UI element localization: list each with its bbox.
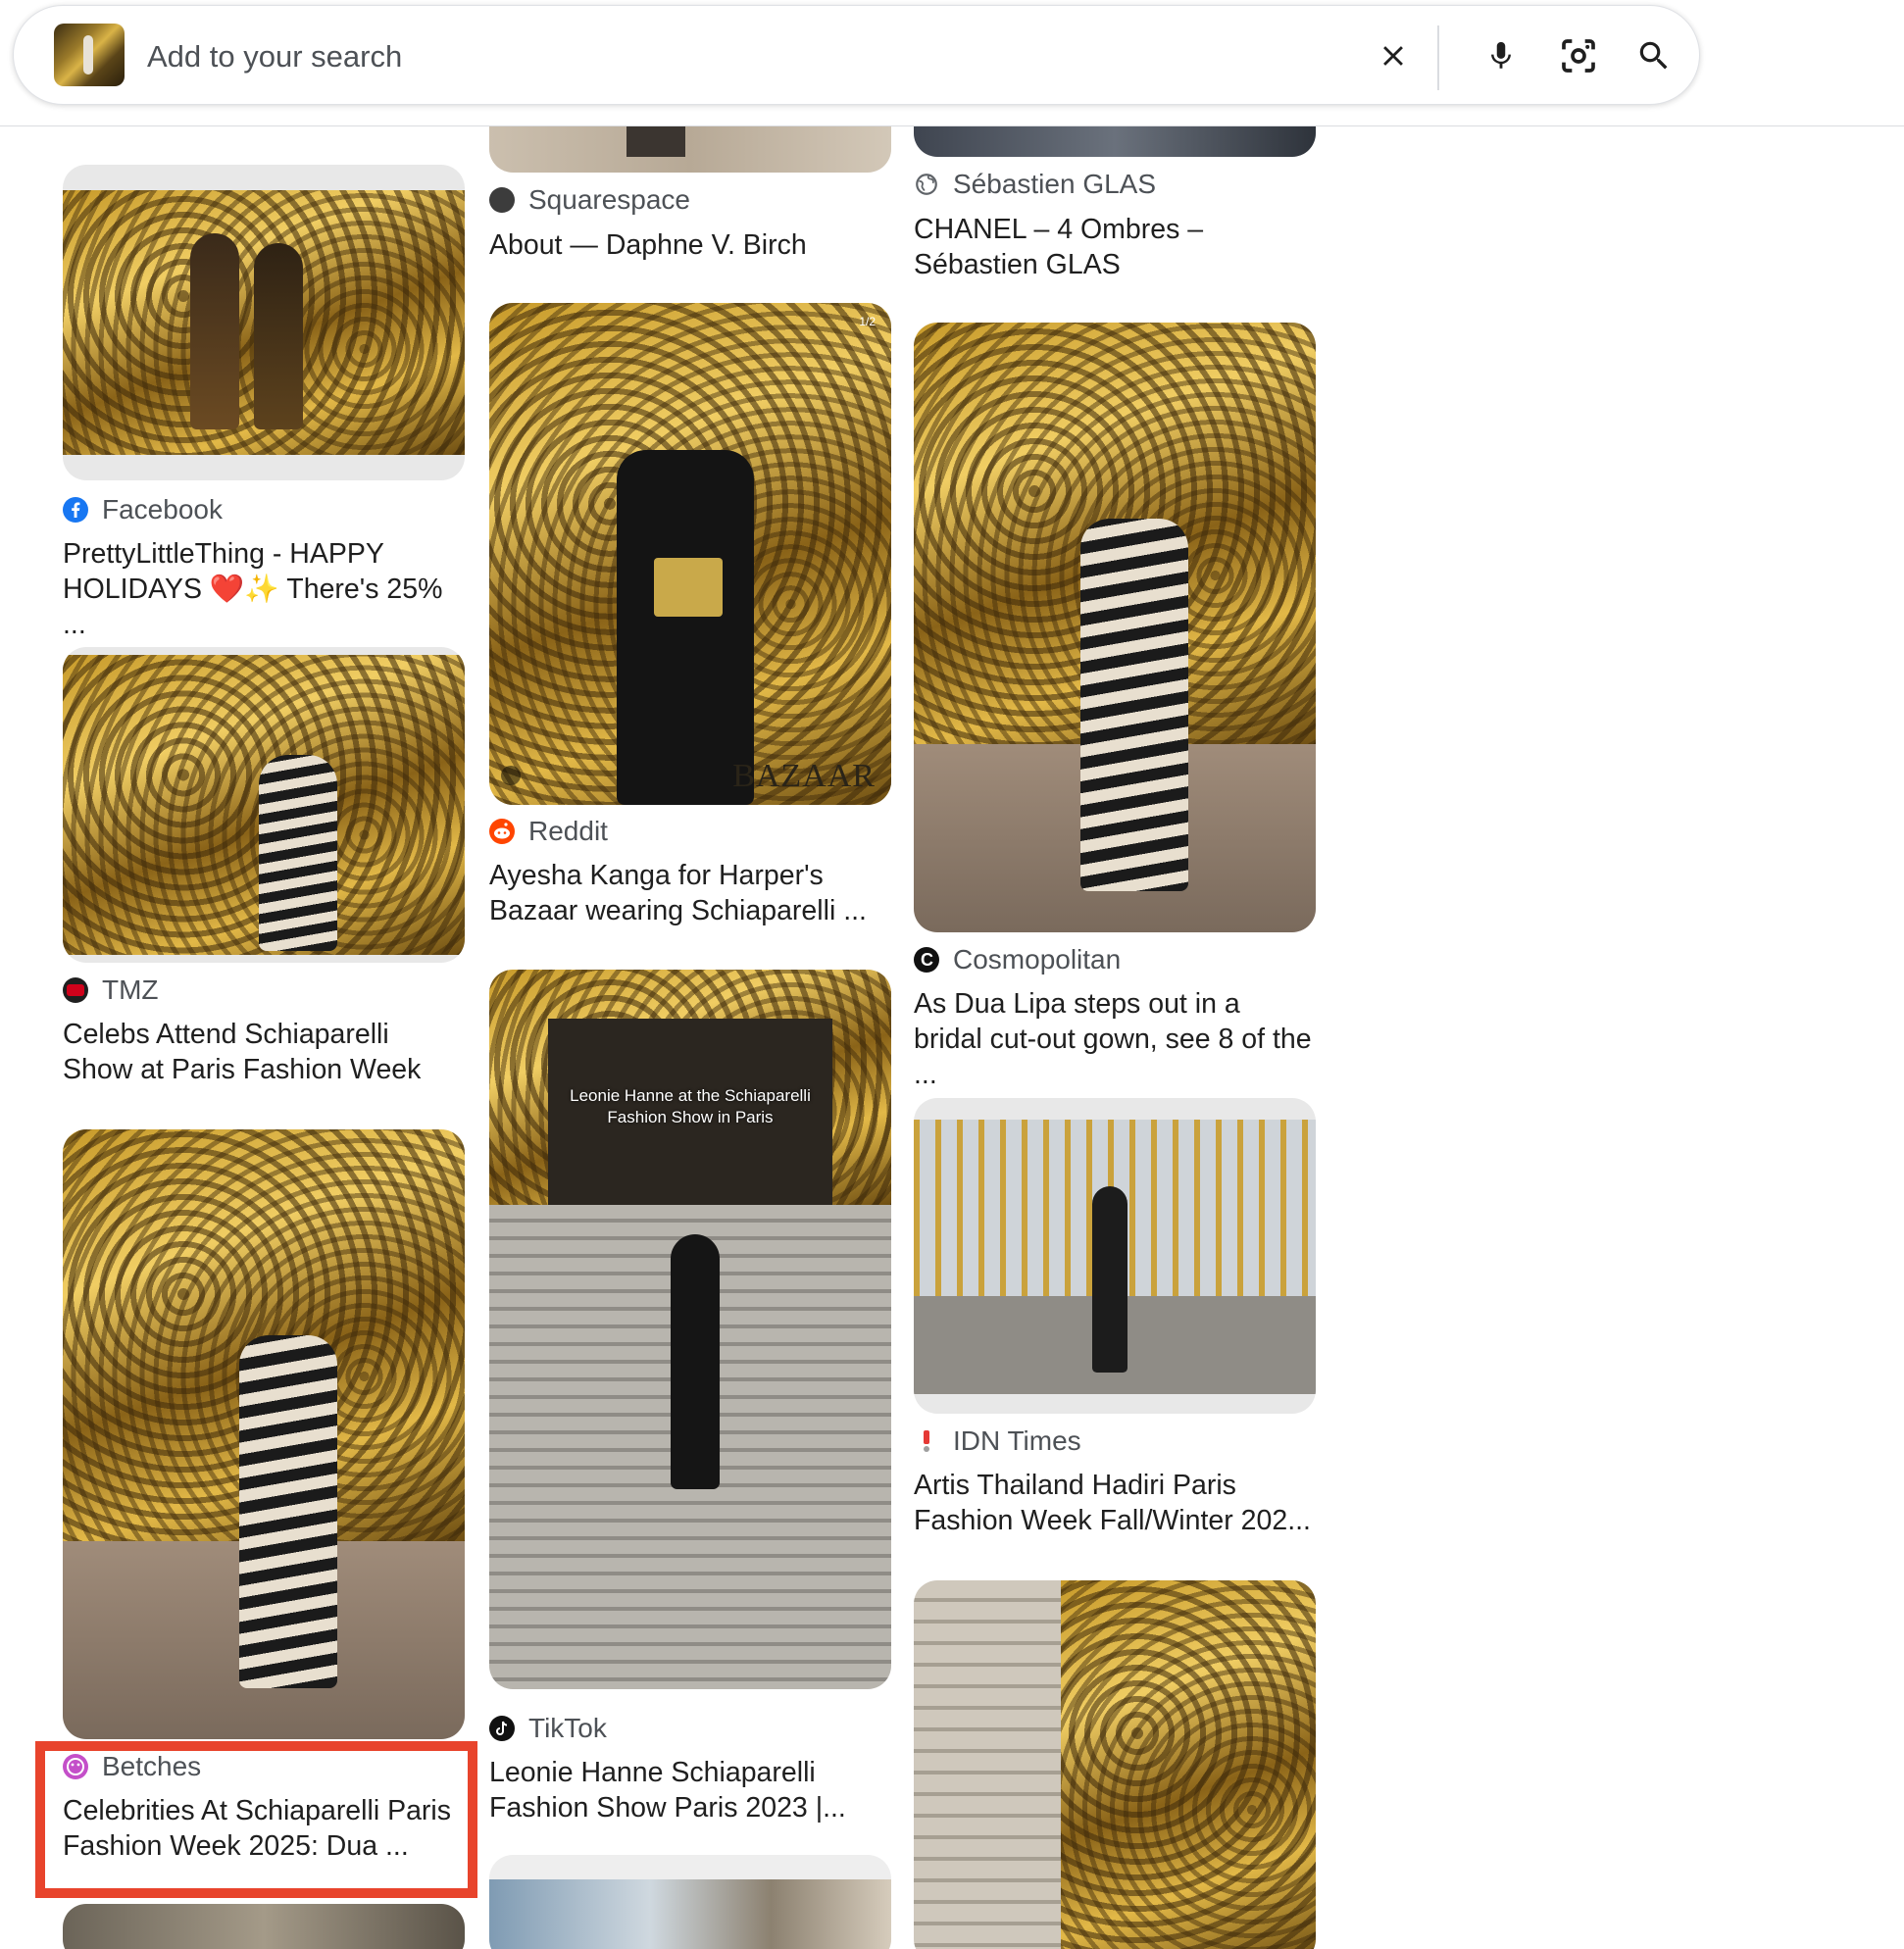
close-icon[interactable] [1373,35,1414,76]
result-title[interactable]: About — Daphne V. Birch [489,227,891,263]
result-title[interactable]: PrettyLittleThing - HAPPY HOLIDAYS ❤️✨ T… [63,536,465,642]
result-image[interactable]: Leonie Hanne at the Schiaparelli Fashion… [489,970,891,1689]
search-image-thumbnail[interactable] [54,24,125,86]
result-source[interactable]: Reddit [528,816,608,847]
camera-lens-icon[interactable] [1555,33,1602,78]
result-title[interactable]: As Dua Lipa steps out in a bridal cut-ou… [914,986,1316,1092]
result-title[interactable]: Artis Thailand Hadiri Paris Fashion Week… [914,1468,1316,1538]
search-header: Add to your search [0,0,1904,126]
tiktok-icon [489,1716,515,1741]
result-image[interactable]: BAZAAR 1/2 [489,303,891,805]
result-source[interactable]: TikTok [528,1713,607,1744]
search-icon[interactable] [1631,33,1677,78]
result-source[interactable]: Facebook [102,494,223,525]
image-counter: 1/2 [859,315,876,328]
result-image[interactable] [914,1580,1316,1949]
result-source[interactable]: Sébastien GLAS [953,169,1156,200]
image-overlay-text: BAZAAR [732,758,876,794]
cosmopolitan-icon: C [914,947,939,973]
result-title[interactable]: Ayesha Kanga for Harper's Bazaar wearing… [489,858,891,928]
result-image[interactable] [63,165,465,480]
result-title[interactable]: Celebs Attend Schiaparelli Show at Paris… [63,1017,465,1087]
globe-icon [914,172,939,197]
idn-times-icon [914,1428,939,1454]
search-divider [1437,25,1439,90]
squarespace-icon [489,187,515,213]
reddit-icon [489,819,515,844]
betches-icon [63,1754,88,1779]
result-source[interactable]: Squarespace [528,184,690,216]
result-source[interactable]: Betches [102,1751,201,1782]
result-title[interactable]: Leonie Hanne Schiaparelli Fashion Show P… [489,1755,891,1825]
facebook-icon [63,497,88,523]
result-image[interactable] [63,647,465,963]
result-title[interactable]: CHANEL – 4 Ombres – Sébastien GLAS [914,212,1316,282]
result-image[interactable] [63,1129,465,1739]
result-title[interactable]: Celebrities At Schiaparelli Paris Fashio… [63,1793,465,1864]
result-image[interactable] [63,1904,465,1949]
user-icon [501,766,521,785]
search-input[interactable]: Add to your search [147,39,402,75]
search-box[interactable]: Add to your search [13,5,1700,105]
result-source[interactable]: TMZ [102,974,159,1006]
mic-icon[interactable] [1478,33,1524,78]
result-source[interactable]: IDN Times [953,1425,1081,1457]
result-image[interactable] [914,1098,1316,1414]
result-image[interactable] [489,1855,891,1949]
result-image[interactable] [914,323,1316,932]
image-overlay-text: Leonie Hanne at the Schiaparelli Fashion… [570,1086,811,1126]
result-source[interactable]: Cosmopolitan [953,944,1121,975]
tmz-icon [63,977,88,1003]
